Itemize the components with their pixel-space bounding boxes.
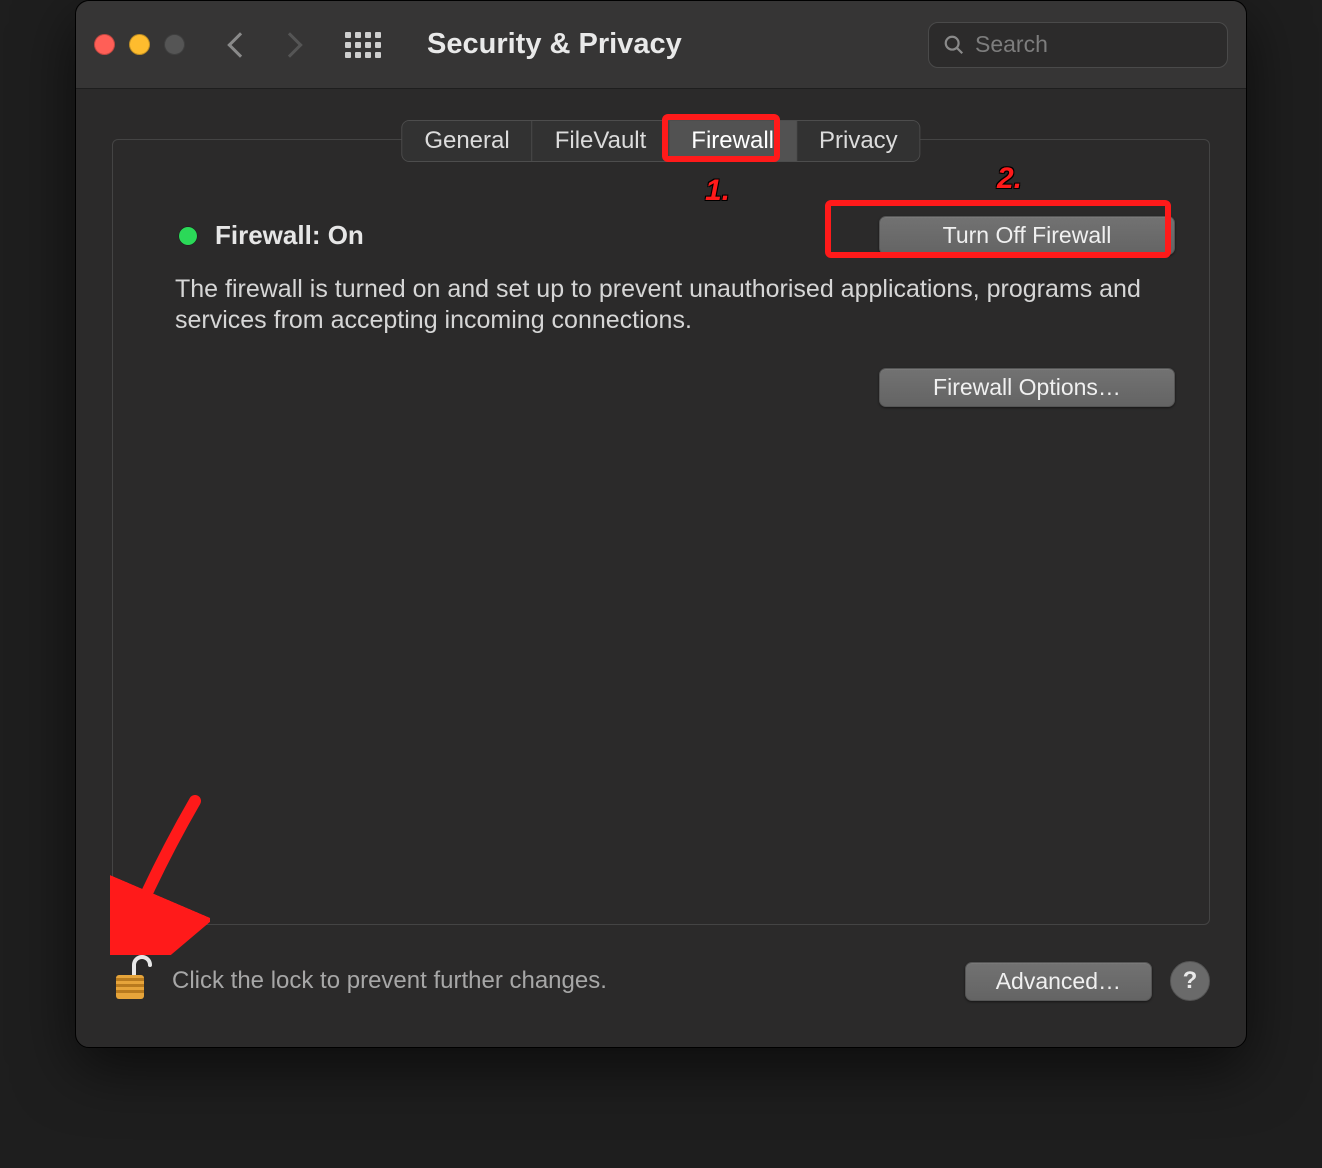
search-icon <box>943 34 965 56</box>
status-indicator-icon <box>179 227 197 245</box>
footer: Click the lock to prevent further change… <box>76 935 1246 1047</box>
lock-hint-label: Click the lock to prevent further change… <box>172 967 607 995</box>
content-panel: General FileVault Firewall Privacy 1. Fi… <box>112 139 1210 925</box>
show-all-icon[interactable] <box>345 32 381 58</box>
annotation-label-2: 2. <box>997 162 1022 196</box>
tab-filevault[interactable]: FileVault <box>533 121 670 161</box>
search-input[interactable] <box>975 31 1213 58</box>
tab-general[interactable]: General <box>402 121 532 161</box>
titlebar: Security & Privacy <box>76 1 1246 89</box>
search-field[interactable] <box>928 22 1228 68</box>
turn-off-firewall-button[interactable]: Turn Off Firewall <box>879 216 1175 255</box>
window-controls <box>94 34 185 55</box>
firewall-status-row: Firewall: On Turn Off Firewall <box>179 216 1175 255</box>
lock-icon[interactable] <box>112 955 152 1008</box>
nav-arrows <box>231 36 299 54</box>
forward-button <box>277 32 302 57</box>
firewall-status-label: Firewall: On <box>215 220 364 251</box>
annotation-label-1: 1. <box>705 174 730 208</box>
minimize-window-button[interactable] <box>129 34 150 55</box>
window-title: Security & Privacy <box>427 28 682 61</box>
preferences-window: Security & Privacy General FileVault Fir… <box>75 0 1247 1048</box>
tab-privacy[interactable]: Privacy <box>797 121 920 161</box>
tab-firewall[interactable]: Firewall <box>669 121 797 161</box>
advanced-button[interactable]: Advanced… <box>965 962 1152 1001</box>
close-window-button[interactable] <box>94 34 115 55</box>
firewall-options-button[interactable]: Firewall Options… <box>879 368 1175 407</box>
back-button[interactable] <box>227 32 252 57</box>
help-button[interactable]: ? <box>1170 961 1210 1001</box>
tab-bar: General FileVault Firewall Privacy <box>401 120 920 162</box>
firewall-description: The firewall is turned on and set up to … <box>175 274 1147 337</box>
zoom-window-button[interactable] <box>164 34 185 55</box>
